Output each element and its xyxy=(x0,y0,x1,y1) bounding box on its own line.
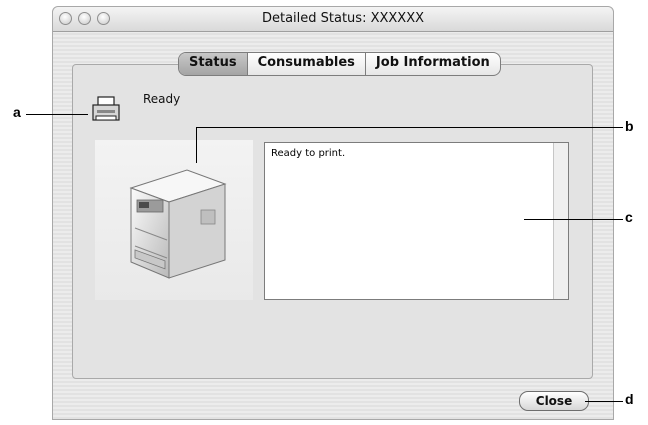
callout-c-line xyxy=(524,219,623,220)
status-message: Ready to print. xyxy=(271,148,346,159)
tab-bar: Status Consumables Job Information xyxy=(178,52,501,76)
printer-image-panel xyxy=(95,140,253,300)
window-title: Detailed Status: XXXXXX xyxy=(261,11,425,26)
tab-status[interactable]: Status xyxy=(179,53,248,75)
message-scrollbar[interactable] xyxy=(553,143,568,299)
callout-b: b xyxy=(625,118,634,134)
callout-d: d xyxy=(625,391,634,407)
callout-d-line xyxy=(585,401,623,402)
status-label: Ready xyxy=(143,92,181,106)
callout-a: a xyxy=(13,104,21,120)
status-message-area[interactable]: Ready to print. xyxy=(264,142,569,300)
callout-c: c xyxy=(625,209,633,225)
tab-consumables[interactable]: Consumables xyxy=(248,53,366,75)
printer-illustration-icon xyxy=(129,169,227,279)
callout-a-line xyxy=(26,114,88,115)
tab-job-information[interactable]: Job Information xyxy=(366,53,500,75)
callout-b-line xyxy=(196,127,623,128)
callout-b-vertical xyxy=(196,127,197,163)
close-button[interactable]: Close xyxy=(519,391,589,411)
printer-status-icon xyxy=(92,96,120,121)
title-bar[interactable]: Detailed Status: XXXXXX xyxy=(53,7,613,32)
